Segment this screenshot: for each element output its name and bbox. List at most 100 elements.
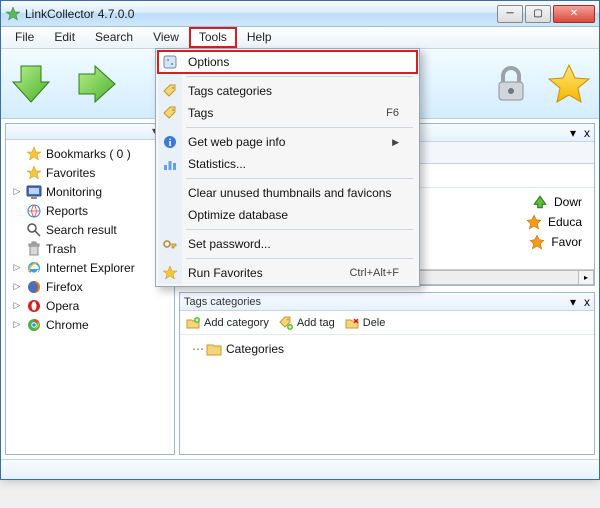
- star-orange-icon: [526, 214, 542, 230]
- arrow-right-green-icon[interactable]: [75, 62, 119, 106]
- key-icon: [162, 236, 178, 252]
- menu-label: Options: [188, 55, 229, 69]
- maximize-button[interactable]: ▢: [525, 5, 551, 23]
- minimize-button[interactable]: ─: [497, 5, 523, 23]
- left-pane: ▾ x Bookmarks ( 0 ) Favorites ▷ Monitori…: [5, 123, 175, 455]
- chart-icon: [162, 156, 178, 172]
- tree-label: Favorites: [46, 166, 95, 180]
- star-run-icon: [162, 265, 178, 281]
- search-icon: [26, 222, 42, 238]
- tree-label: Search result: [46, 223, 117, 237]
- trash-icon: [26, 241, 42, 257]
- tree-search-result[interactable]: Search result: [8, 220, 172, 239]
- tag-plus-icon: [279, 316, 293, 330]
- menu-shortcut: F6: [386, 107, 399, 119]
- star-orange-icon: [529, 234, 545, 250]
- tools-dropdown: Options Tags categories Tags F6 i Get we…: [155, 48, 420, 287]
- firefox-icon: [26, 279, 42, 295]
- item-label: Favor: [551, 235, 582, 249]
- tree-favorites[interactable]: Favorites: [8, 163, 172, 182]
- menu-search[interactable]: Search: [85, 27, 143, 48]
- tree-label: Bookmarks ( 0 ): [46, 147, 131, 161]
- toolbar-label: Add category: [204, 317, 269, 329]
- options-icon: [162, 54, 178, 70]
- expand-icon[interactable]: ▷: [12, 281, 22, 292]
- submenu-arrow-icon: ▶: [392, 137, 399, 148]
- menu-edit[interactable]: Edit: [44, 27, 85, 48]
- panel-float-button[interactable]: ▾: [570, 295, 576, 309]
- item-label: Dowr: [554, 195, 582, 209]
- star-yellow-icon[interactable]: [547, 62, 591, 106]
- lock-icon[interactable]: [489, 62, 533, 106]
- app-icon: [5, 6, 21, 22]
- menu-label: Set password...: [188, 237, 271, 251]
- tree-bookmarks[interactable]: Bookmarks ( 0 ): [8, 144, 172, 163]
- menu-get-web-info[interactable]: i Get web page info ▶: [158, 131, 417, 153]
- expand-icon[interactable]: ▷: [12, 300, 22, 311]
- menu-tools[interactable]: Tools: [189, 27, 237, 48]
- expand-icon[interactable]: ▷: [12, 319, 22, 330]
- star-icon: [26, 165, 42, 181]
- chrome-icon: [26, 317, 42, 333]
- tags-toolbar: Add category Add tag Dele: [180, 311, 594, 335]
- titlebar: LinkCollector 4.7.0.0 ─ ▢ ✕: [1, 1, 599, 27]
- left-pane-header: ▾ x: [6, 124, 174, 140]
- menu-label: Optimize database: [188, 208, 288, 222]
- bookmarks-tree[interactable]: Bookmarks ( 0 ) Favorites ▷ Monitoring R…: [6, 140, 174, 454]
- tree-monitoring[interactable]: ▷ Monitoring: [8, 182, 172, 201]
- menu-label: Tags categories: [188, 84, 272, 98]
- panel-close-button[interactable]: x: [584, 295, 590, 309]
- tags-tree[interactable]: ⋯ Categories: [180, 335, 594, 454]
- tree-label: Reports: [46, 204, 88, 218]
- tree-chrome[interactable]: ▷ Chrome: [8, 315, 172, 334]
- add-category-button[interactable]: Add category: [186, 316, 269, 330]
- menu-run-favorites[interactable]: Run Favorites Ctrl+Alt+F: [158, 262, 417, 284]
- menu-label: Clear unused thumbnails and favicons: [188, 186, 391, 200]
- star-icon: [26, 146, 42, 162]
- monitor-icon: [26, 184, 42, 200]
- menu-file[interactable]: File: [5, 27, 44, 48]
- menu-view[interactable]: View: [143, 27, 189, 48]
- tree-label: Categories: [226, 342, 284, 356]
- menu-label: Run Favorites: [188, 266, 263, 280]
- toolbar-label: Add tag: [297, 317, 335, 329]
- expand-icon[interactable]: ▷: [12, 186, 22, 197]
- toolbar-label: Dele: [363, 317, 386, 329]
- tree-label: Internet Explorer: [46, 261, 135, 275]
- expand-icon[interactable]: ▷: [12, 262, 22, 273]
- menu-help[interactable]: Help: [237, 27, 282, 48]
- menu-statistics[interactable]: Statistics...: [158, 153, 417, 175]
- panel-float-button[interactable]: ▾: [570, 126, 576, 140]
- tree-firefox[interactable]: ▷ Firefox: [8, 277, 172, 296]
- tree-reports[interactable]: Reports: [8, 201, 172, 220]
- window-title: LinkCollector 4.7.0.0: [25, 7, 495, 21]
- delete-icon: [345, 316, 359, 330]
- tree-label: Trash: [46, 242, 76, 256]
- tree-opera[interactable]: ▷ Opera: [8, 296, 172, 315]
- tree-ie[interactable]: ▷ Internet Explorer: [8, 258, 172, 277]
- scroll-right-button[interactable]: ▸: [578, 270, 594, 285]
- menu-label: Get web page info: [188, 135, 285, 149]
- close-button[interactable]: ✕: [553, 5, 595, 23]
- tree-trash[interactable]: Trash: [8, 239, 172, 258]
- svg-text:i: i: [169, 138, 172, 149]
- folder-icon: [206, 341, 222, 357]
- menu-options[interactable]: Options: [158, 51, 417, 73]
- menu-tags-categories[interactable]: Tags categories: [158, 80, 417, 102]
- up-arrow-green-icon: [532, 194, 548, 210]
- menu-tags[interactable]: Tags F6: [158, 102, 417, 124]
- tags-categories-panel: Tags categories ▾ x Add category Add tag: [179, 292, 595, 455]
- categories-root[interactable]: ⋯ Categories: [186, 339, 588, 358]
- panel-header: Tags categories ▾ x: [180, 293, 594, 311]
- add-tag-button[interactable]: Add tag: [279, 316, 335, 330]
- menu-set-password[interactable]: Set password...: [158, 233, 417, 255]
- panel-title: Tags categories: [184, 296, 261, 308]
- delete-tag-button[interactable]: Dele: [345, 316, 386, 330]
- info-icon: i: [162, 134, 178, 150]
- panel-close-button[interactable]: x: [584, 126, 590, 140]
- menu-optimize-db[interactable]: Optimize database: [158, 204, 417, 226]
- menu-label: Tags: [188, 106, 213, 120]
- arrow-down-green-icon[interactable]: [9, 62, 53, 106]
- menu-clear-thumbnails[interactable]: Clear unused thumbnails and favicons: [158, 182, 417, 204]
- menu-label: Statistics...: [188, 157, 246, 171]
